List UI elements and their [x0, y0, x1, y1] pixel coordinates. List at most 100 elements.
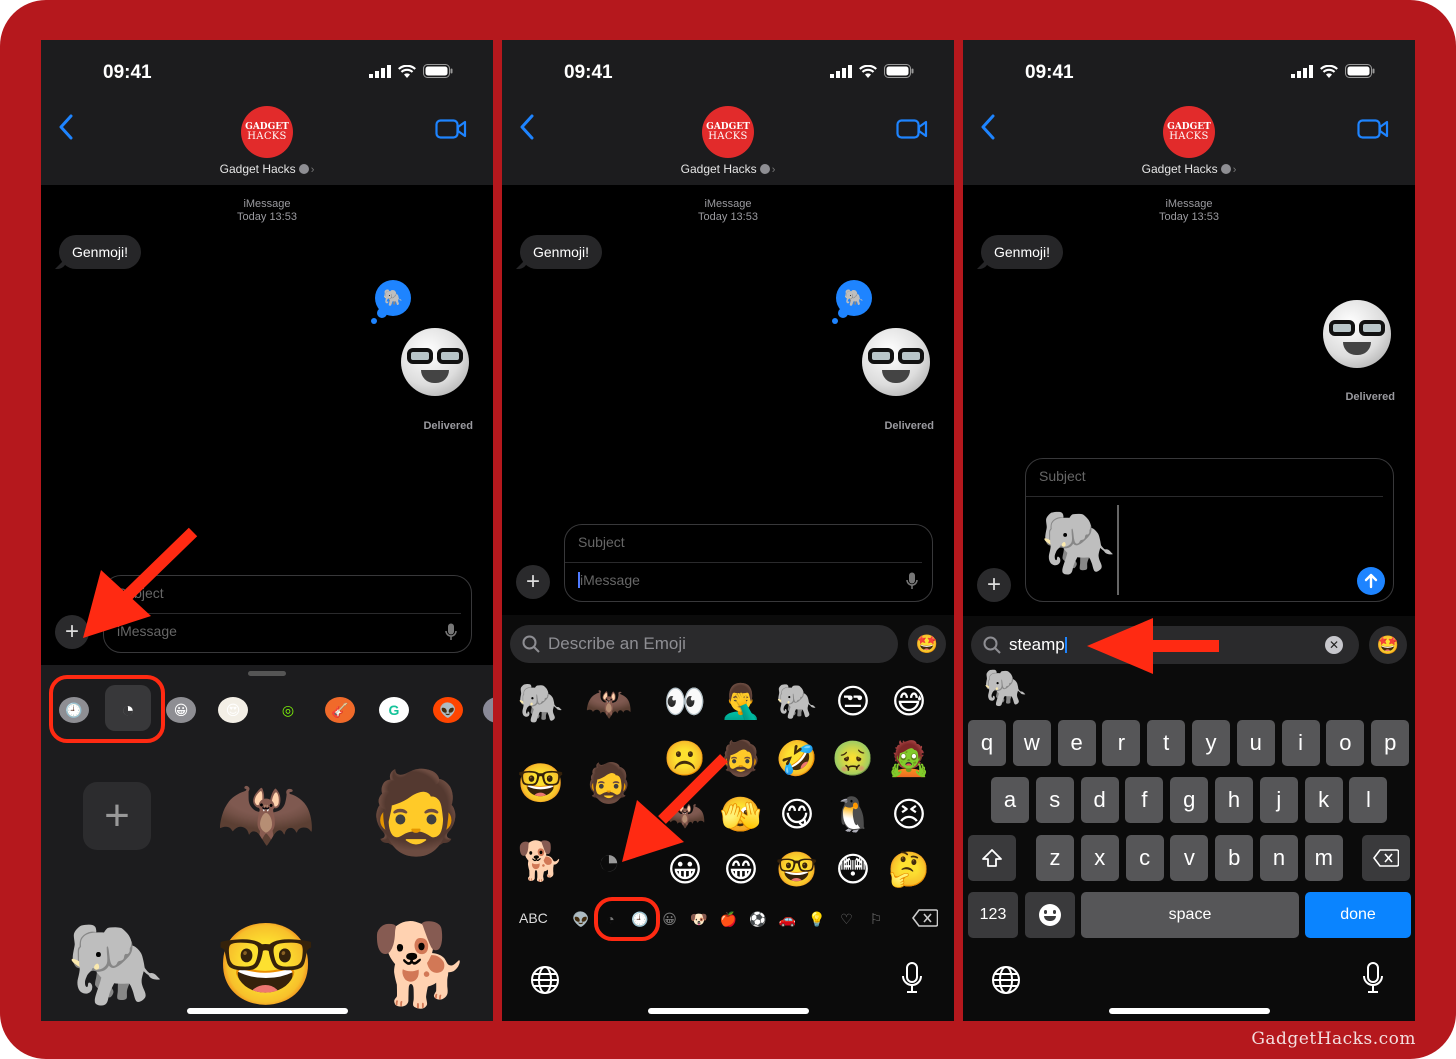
incoming-message-bubble[interactable]: Genmoji! — [520, 235, 603, 269]
emoji-cell[interactable]: 👀 — [658, 685, 712, 719]
key-y[interactable]: y — [1192, 720, 1230, 766]
emoji-cell[interactable]: 🐘 — [770, 685, 824, 719]
drawer-grabber[interactable] — [248, 671, 286, 676]
key-d[interactable]: d — [1080, 777, 1119, 823]
dictation-mic-icon[interactable] — [902, 962, 922, 994]
contact-avatar[interactable]: GADGET HACKS — [241, 106, 293, 158]
video-call-icon[interactable] — [1357, 118, 1389, 140]
emoji-cell[interactable]: 🐧 — [826, 798, 880, 832]
message-field[interactable]: iMessage — [565, 563, 932, 601]
compose-field[interactable]: Subject 🐘 — [1025, 458, 1394, 602]
key-j[interactable]: j — [1259, 777, 1298, 823]
symbols-icon[interactable]: ♡ — [838, 911, 856, 928]
objects-icon[interactable]: 💡 — [808, 911, 826, 928]
fitness-app-icon[interactable]: ◎ — [273, 697, 303, 723]
abc-button[interactable]: ABC — [519, 910, 548, 926]
search-result-sticker[interactable]: 🐘 — [983, 670, 1028, 706]
key-m[interactable]: m — [1304, 835, 1343, 881]
emoji-cell[interactable]: 🤣 — [770, 742, 824, 776]
key-v[interactable]: v — [1170, 835, 1209, 881]
shift-key[interactable] — [968, 835, 1016, 881]
key-w[interactable]: w — [1012, 720, 1051, 766]
food-icon[interactable]: 🍎 — [720, 911, 738, 928]
key-a[interactable]: a — [991, 777, 1029, 823]
incoming-message-bubble[interactable]: Genmoji! — [59, 235, 142, 269]
key-g[interactable]: g — [1170, 777, 1209, 823]
sticker-memoji-face[interactable]: 🧔 — [356, 753, 476, 873]
key-t[interactable]: t — [1147, 720, 1186, 766]
plus-button[interactable]: + — [977, 568, 1011, 602]
emoji-cell[interactable]: 😁 — [714, 853, 768, 887]
contact-avatar[interactable]: GADGET HACKS — [1163, 106, 1215, 158]
key-l[interactable]: l — [1349, 777, 1388, 823]
animals-icon[interactable]: 🐶 — [690, 911, 708, 928]
globe-icon[interactable] — [530, 965, 560, 995]
dictation-mic-icon[interactable] — [906, 572, 918, 590]
video-call-icon[interactable] — [435, 118, 467, 140]
emoji-cell[interactable]: 😒 — [826, 685, 880, 719]
key-q[interactable]: q — [968, 720, 1006, 766]
emoji-category-icon[interactable]: 😀 — [661, 911, 679, 928]
emoji-cell[interactable]: 🧔 — [714, 742, 768, 776]
emoji-cell[interactable]: 🤢 — [826, 742, 880, 776]
key-z[interactable]: z — [1036, 835, 1074, 881]
flags-icon[interactable]: ⚐ — [867, 911, 885, 928]
contact-name[interactable]: Gadget Hacks › — [41, 162, 493, 176]
contact-name[interactable]: Gadget Hacks › — [963, 162, 1415, 176]
memoji-app-icon[interactable]: 😍 — [218, 697, 248, 723]
key-x[interactable]: x — [1080, 835, 1119, 881]
genmoji-create-button[interactable]: 🤩 — [1369, 626, 1407, 664]
key-o[interactable]: o — [1326, 720, 1365, 766]
home-indicator[interactable] — [1109, 1008, 1270, 1014]
sticker-bat[interactable]: 🦇 — [206, 753, 326, 873]
recent-sticker-memoji[interactable]: 🧔 — [582, 765, 636, 803]
recent-sticker-dog[interactable]: 🐕 — [514, 843, 568, 881]
sticker-placeholder-icon[interactable]: ◔ — [582, 843, 636, 881]
emoji-cell[interactable]: 😳 — [826, 853, 880, 887]
emoji-search-field[interactable]: steamp ✕ — [971, 626, 1359, 664]
key-u[interactable]: u — [1236, 720, 1275, 766]
more-apps-icon[interactable] — [483, 697, 493, 723]
tapback-sticker[interactable]: 🐘 — [371, 280, 411, 324]
sent-sticker-nerd-ball[interactable] — [862, 328, 930, 396]
contact-avatar[interactable]: GADGET HACKS — [702, 106, 754, 158]
dictation-mic-icon[interactable] — [1363, 962, 1383, 994]
emoji-key[interactable] — [1025, 892, 1075, 938]
back-chevron-icon[interactable] — [977, 112, 1001, 142]
back-chevron-icon[interactable] — [516, 112, 540, 142]
subject-field[interactable]: Subject — [1026, 459, 1383, 497]
contact-name[interactable]: Gadget Hacks › — [502, 162, 954, 176]
sticker-elephant-clock-eyes[interactable]: 🐘 — [56, 905, 176, 1021]
space-key[interactable]: space — [1081, 892, 1299, 938]
video-call-icon[interactable] — [896, 118, 928, 140]
incoming-message-bubble[interactable]: Genmoji! — [981, 235, 1064, 269]
backspace-key[interactable] — [1362, 835, 1410, 881]
delete-key-icon[interactable] — [912, 909, 938, 927]
done-key[interactable]: done — [1305, 892, 1411, 938]
sent-sticker-nerd-ball[interactable] — [1323, 300, 1391, 368]
sent-sticker-nerd-ball[interactable] — [401, 328, 469, 396]
emoji-cell[interactable]: 😅 — [882, 685, 936, 719]
key-h[interactable]: h — [1215, 777, 1253, 823]
emoji-cell[interactable]: 🤓 — [770, 853, 824, 887]
recent-sticker-elephant[interactable]: 🐘 — [514, 685, 568, 723]
travel-icon[interactable]: 🚗 — [779, 911, 797, 928]
compose-field[interactable]: Subject iMessage — [564, 524, 933, 602]
key-e[interactable]: e — [1057, 720, 1096, 766]
sticker-dog-with-blanket[interactable]: 🐕 — [361, 905, 481, 1021]
key-k[interactable]: k — [1304, 777, 1343, 823]
dictation-mic-icon[interactable] — [445, 623, 457, 641]
send-button[interactable] — [1357, 567, 1385, 595]
key-s[interactable]: s — [1035, 777, 1074, 823]
describe-emoji-search[interactable]: Describe an Emoji — [510, 625, 898, 663]
recent-sticker-bat[interactable]: 🦇 — [582, 685, 636, 723]
emoji-cell[interactable]: 🫣 — [714, 798, 768, 832]
clear-search-button[interactable]: ✕ — [1325, 636, 1343, 654]
key-f[interactable]: f — [1125, 777, 1164, 823]
home-indicator[interactable] — [187, 1008, 348, 1014]
smileys-people-icon[interactable]: 👽 — [572, 911, 590, 928]
grammarly-app-icon[interactable]: G — [379, 697, 409, 723]
activity-icon[interactable]: ⚽ — [749, 911, 767, 928]
tapback-sticker[interactable]: 🐘 — [832, 280, 872, 324]
emoji-cell[interactable]: ☹️ — [658, 742, 712, 776]
